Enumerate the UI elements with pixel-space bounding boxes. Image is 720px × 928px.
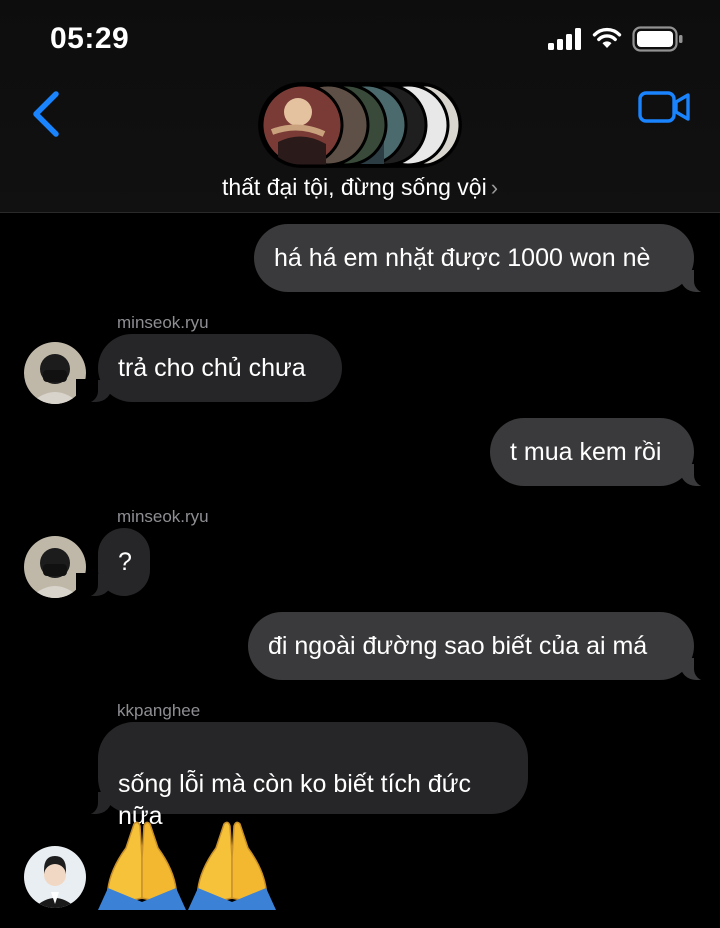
message-text: t mua kem rồi (510, 438, 662, 466)
message-text: há há em nhặt được 1000 won nè (274, 244, 651, 272)
conversation-title: thất đại tội, đừng sống vội (221, 174, 487, 200)
folded-hands-icon (188, 821, 276, 910)
incoming-message[interactable]: sống lỗi mà còn ko biết tích đức nữa (76, 722, 528, 830)
sender-name: minseok.ryu (117, 507, 209, 526)
conversation-header: 05:29 thất đại tội, đừng sống vội › (0, 0, 720, 213)
folded-hands-emoji[interactable] (98, 818, 278, 910)
message-text: ? (118, 548, 132, 576)
conversation-name[interactable]: thất đại tội, đừng sống vội › (0, 174, 720, 201)
outgoing-message[interactable]: đi ngoài đường sao biết của ai má (248, 612, 716, 681)
incoming-message[interactable]: trả cho chủ chưa (76, 334, 342, 403)
outgoing-message[interactable]: t mua kem rồi (490, 418, 716, 487)
outgoing-message[interactable]: há há em nhặt được 1000 won nè (254, 224, 716, 293)
message-text: trả cho chủ chưa (118, 354, 306, 382)
wifi-icon (592, 27, 622, 48)
sender-name: kkpanghee (117, 701, 201, 720)
battery-icon (632, 26, 683, 52)
incoming-message[interactable]: ? (76, 528, 150, 597)
message-text: đi ngoài đường sao biết của ai má (268, 632, 648, 660)
back-chevron-icon[interactable] (28, 88, 64, 140)
group-avatars[interactable] (258, 82, 462, 168)
folded-hands-icon (98, 821, 186, 910)
kkpanghee-avatar[interactable] (24, 846, 86, 908)
sender-name: minseok.ryu (117, 313, 209, 332)
status-time: 05:29 (50, 22, 130, 55)
chevron-right-icon: › (490, 175, 499, 200)
video-call-icon[interactable] (638, 90, 690, 124)
cellular-signal-icon (548, 28, 581, 50)
